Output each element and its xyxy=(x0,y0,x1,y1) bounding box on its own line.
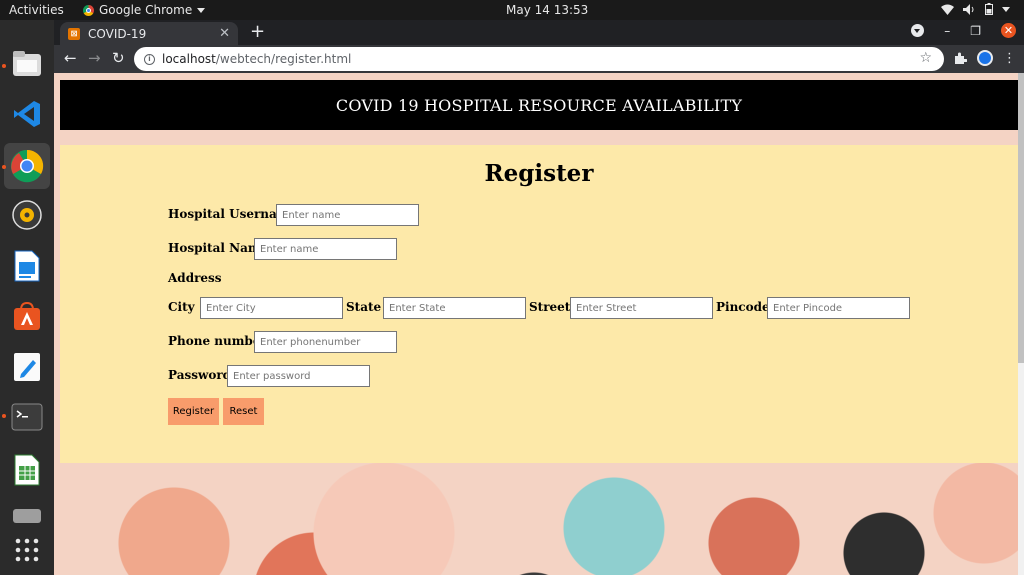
system-tray[interactable] xyxy=(941,3,1010,15)
close-window-icon[interactable]: ✕ xyxy=(1001,23,1016,38)
reset-button[interactable]: Reset xyxy=(223,398,264,425)
page-viewport: COVID 19 HOSPITAL RESOURCE AVAILABILITY … xyxy=(54,73,1018,575)
vscode-icon[interactable] xyxy=(9,96,45,132)
password-input[interactable]: Enter password xyxy=(227,365,370,387)
running-indicator xyxy=(2,414,6,418)
forward-icon[interactable]: → xyxy=(88,49,101,67)
site-header: COVID 19 HOSPITAL RESOURCE AVAILABILITY xyxy=(60,80,1018,130)
libreoffice-writer-icon[interactable] xyxy=(9,248,45,284)
libreoffice-calc-icon[interactable] xyxy=(9,452,45,488)
window-controls: – ❐ ✕ xyxy=(911,23,1016,38)
address-label: Address xyxy=(168,271,222,285)
info-icon[interactable]: i xyxy=(144,53,155,65)
phone-label: Phone number xyxy=(168,334,267,348)
password-label: Password xyxy=(168,368,232,382)
hospital-name-input[interactable]: Enter name xyxy=(254,238,397,260)
state-input[interactable]: Enter State xyxy=(383,297,526,319)
tab-search-icon[interactable] xyxy=(911,24,925,37)
menu-kebab-icon[interactable]: ⋮ xyxy=(1003,51,1016,66)
clock[interactable]: May 14 13:53 xyxy=(506,3,588,17)
reload-icon[interactable]: ↻ xyxy=(112,49,125,67)
address-bar[interactable]: i localhost/webtech/register.html ☆ xyxy=(134,47,944,71)
tab-title: COVID-19 xyxy=(88,26,147,41)
browser-window: ⊠ COVID-19 ✕ + – ❐ ✕ ← → ↻ i localhost/w… xyxy=(54,20,1024,575)
running-indicator xyxy=(2,64,6,68)
city-label: City xyxy=(168,300,195,314)
chevron-down-icon xyxy=(1002,6,1010,12)
files-icon[interactable] xyxy=(9,46,45,82)
pincode-label: Pincode xyxy=(716,300,770,314)
chrome-icon xyxy=(83,4,94,16)
running-indicator xyxy=(2,165,6,169)
profile-avatar-icon[interactable] xyxy=(977,50,993,66)
activities-button[interactable]: Activities xyxy=(9,3,64,17)
browser-toolbar: ← → ↻ i localhost/webtech/register.html … xyxy=(54,45,1024,73)
dock xyxy=(0,20,54,575)
terminal-icon[interactable] xyxy=(9,399,45,435)
text-editor-icon[interactable] xyxy=(9,349,45,385)
state-label: State xyxy=(346,300,382,314)
scrollbar-thumb[interactable] xyxy=(1018,73,1024,363)
restore-icon[interactable]: ❐ xyxy=(970,24,981,38)
minimize-icon[interactable]: – xyxy=(944,24,950,38)
city-input[interactable]: Enter City xyxy=(200,297,343,319)
battery-icon xyxy=(985,3,993,15)
register-form: Register Hospital Username Enter name Ho… xyxy=(60,145,1018,463)
app-menu[interactable]: Google Chrome xyxy=(83,3,206,17)
software-center-icon[interactable] xyxy=(9,298,45,334)
tab-covid[interactable]: ⊠ COVID-19 ✕ xyxy=(60,22,238,45)
show-applications-icon[interactable] xyxy=(9,532,45,568)
app-menu-label: Google Chrome xyxy=(99,3,193,17)
wifi-icon xyxy=(941,4,954,15)
page-scrollbar[interactable] xyxy=(1018,73,1024,575)
chevron-down-icon xyxy=(197,7,206,13)
system-top-bar: Activities Google Chrome May 14 13:53 xyxy=(0,0,1024,20)
pincode-input[interactable]: Enter Pincode xyxy=(767,297,910,319)
username-input[interactable]: Enter name xyxy=(276,204,419,226)
url-host: localhost xyxy=(162,52,216,66)
extensions-icon[interactable] xyxy=(953,51,967,65)
register-button[interactable]: Register xyxy=(168,398,219,425)
close-tab-icon[interactable]: ✕ xyxy=(219,26,230,41)
xampp-favicon-icon: ⊠ xyxy=(68,27,80,40)
volume-icon xyxy=(963,3,974,15)
site-title: COVID 19 HOSPITAL RESOURCE AVAILABILITY xyxy=(335,95,743,115)
bookmark-star-icon[interactable]: ☆ xyxy=(919,50,932,66)
phone-input[interactable]: Enter phonenumber xyxy=(254,331,397,353)
url-path: /webtech/register.html xyxy=(215,52,352,66)
toolbar-actions: ⋮ xyxy=(953,50,1016,66)
removable-drive-icon[interactable] xyxy=(9,498,45,534)
chrome-icon[interactable] xyxy=(4,143,50,189)
back-icon[interactable]: ← xyxy=(64,49,77,67)
rhythmbox-icon[interactable] xyxy=(9,197,45,233)
street-input[interactable]: Enter Street xyxy=(570,297,713,319)
street-label: Street xyxy=(529,300,571,314)
new-tab-icon[interactable]: + xyxy=(250,23,265,41)
tab-strip: ⊠ COVID-19 ✕ + – ❐ ✕ xyxy=(54,20,1024,45)
form-title: Register xyxy=(484,160,594,187)
